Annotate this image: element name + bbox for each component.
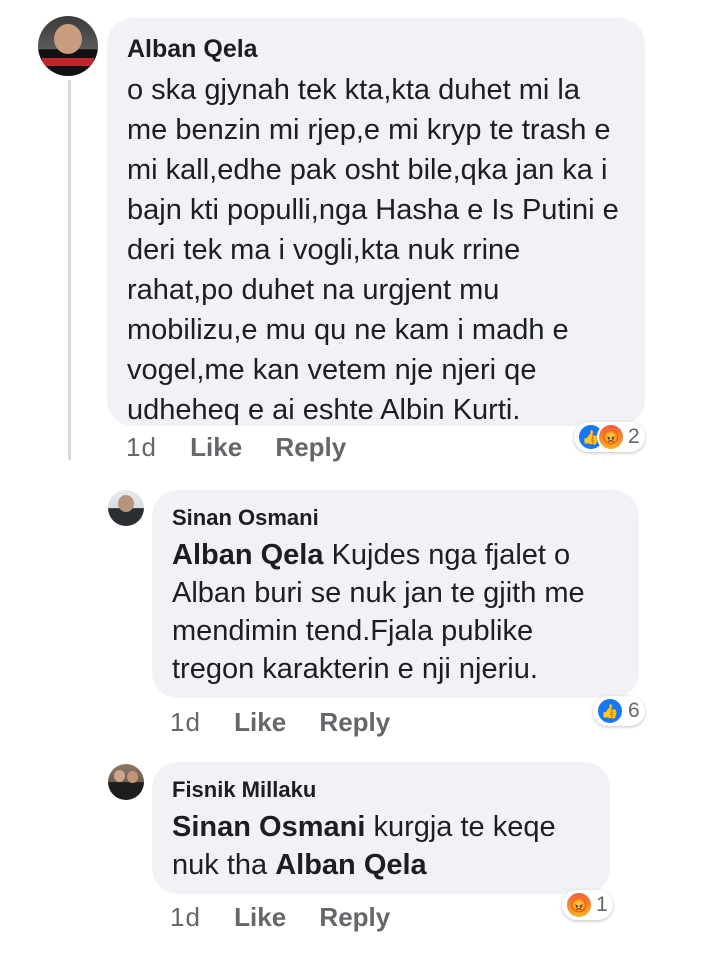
comment-time[interactable]: 1d — [170, 902, 201, 932]
reply-bubble: Sinan Osmani Alban Qela Kujdes nga fjale… — [152, 490, 639, 698]
reaction-summary[interactable]: 👍 6 — [593, 696, 645, 726]
reply-bubble: Fisnik Millaku Sinan Osmani kurgja te ke… — [152, 762, 610, 894]
like-button[interactable]: Like — [234, 707, 286, 737]
like-button[interactable]: Like — [190, 432, 242, 462]
reaction-count: 2 — [628, 425, 640, 448]
reply-button[interactable]: Reply — [319, 707, 390, 737]
comment-text: o ska gjynah tek kta,kta duhet mi la me … — [127, 74, 619, 426]
comment-actions: 1d Like Reply — [170, 902, 416, 933]
comment-text: Sinan Osmani kurgja te keqe nuk tha Alba… — [172, 808, 592, 884]
avatar-fisnik-millaku[interactable] — [108, 764, 144, 800]
mention-link[interactable]: Alban Qela — [275, 849, 427, 881]
comment-author[interactable]: Fisnik Millaku — [172, 776, 590, 804]
comment-time[interactable]: 1d — [126, 432, 157, 462]
like-icon: 👍 — [596, 697, 624, 725]
angry-icon: 😡 — [565, 891, 593, 919]
reaction-summary[interactable]: 👍 😡 2 — [574, 422, 645, 452]
reaction-summary[interactable]: 😡 1 — [562, 890, 613, 920]
comment-author[interactable]: Alban Qela — [127, 34, 625, 64]
angry-icon: 😡 — [597, 423, 625, 451]
comment-author[interactable]: Sinan Osmani — [172, 504, 619, 532]
comment-actions: 1d Like Reply — [126, 432, 372, 463]
reply-button[interactable]: Reply — [275, 432, 346, 462]
like-button[interactable]: Like — [234, 902, 286, 932]
mention-link[interactable]: Sinan Osmani — [172, 811, 365, 843]
thread-line — [68, 80, 71, 460]
avatar-sinan-osmani[interactable] — [108, 490, 144, 526]
comment-time[interactable]: 1d — [170, 707, 201, 737]
comment-text: Alban Qela Kujdes nga fjalet o Alban bur… — [172, 536, 622, 688]
reaction-count: 6 — [628, 699, 640, 722]
reaction-count: 1 — [596, 893, 608, 916]
comment-bubble: Alban Qela o ska gjynah tek kta,kta duhe… — [107, 18, 645, 426]
avatar-alban-qela[interactable] — [38, 16, 98, 76]
comment-actions: 1d Like Reply — [170, 707, 416, 738]
reply-button[interactable]: Reply — [319, 902, 390, 932]
mention-link[interactable]: Alban Qela — [172, 539, 324, 571]
